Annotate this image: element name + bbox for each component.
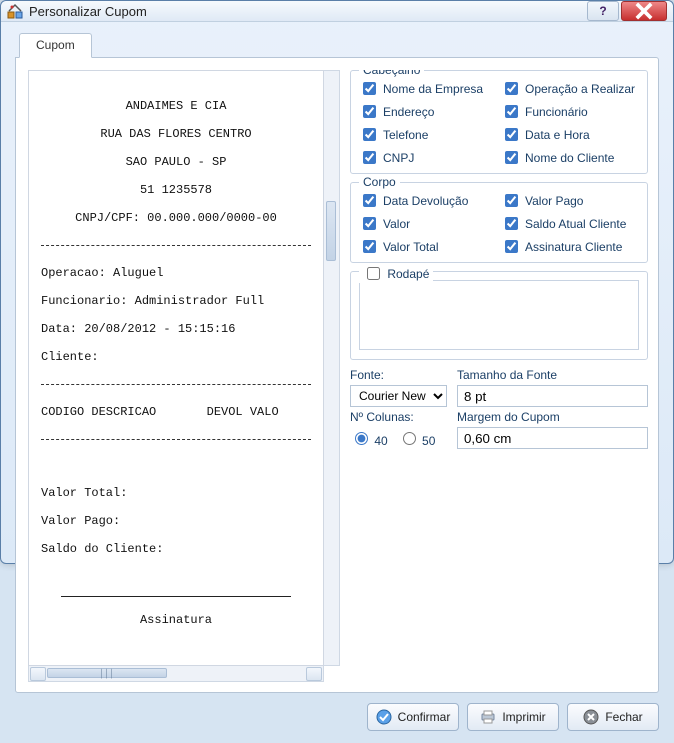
radio-colunas-40[interactable]: 40 <box>350 429 388 448</box>
confirmar-label: Confirmar <box>398 710 451 724</box>
tab-page: ANDAIMES E CIA RUA DAS FLORES CENTRO SAO… <box>15 57 659 693</box>
coupon-preview: ANDAIMES E CIA RUA DAS FLORES CENTRO SAO… <box>28 70 324 666</box>
cabecalho-item-3[interactable]: Funcionário <box>501 102 639 121</box>
label-fonte: Fonte: <box>350 368 447 382</box>
legend-rodape[interactable]: Rodapé <box>359 264 433 283</box>
corpo-item-4[interactable]: Valor Total <box>359 237 497 256</box>
preview-valor-total: Valor Total: <box>41 486 311 500</box>
preview-city: SAO PAULO - SP <box>41 155 311 169</box>
corpo-label-0: Data Devolução <box>383 194 468 208</box>
corpo-label-4: Valor Total <box>383 240 439 254</box>
printer-icon <box>480 709 496 725</box>
cabecalho-item-0[interactable]: Nome da Empresa <box>359 79 497 98</box>
cabecalho-label-4: Telefone <box>383 128 428 142</box>
cabecalho-item-6[interactable]: CNPJ <box>359 148 497 167</box>
preview-company: ANDAIMES E CIA <box>41 99 311 113</box>
close-button[interactable] <box>621 1 667 21</box>
label-margem: Margem do Cupom <box>457 410 648 424</box>
preview-data: Data: 20/08/2012 - 15:15:16 <box>41 322 311 336</box>
cabecalho-checkbox-7[interactable] <box>505 151 518 164</box>
help-button[interactable]: ? <box>587 1 619 21</box>
cabecalho-label-5: Data e Hora <box>525 128 590 142</box>
imprimir-button[interactable]: Imprimir <box>467 703 559 731</box>
cabecalho-checkbox-2[interactable] <box>363 105 376 118</box>
corpo-checkbox-0[interactable] <box>363 194 376 207</box>
corpo-checkbox-5[interactable] <box>505 240 518 253</box>
legend-cabecalho: Cabeçalho <box>359 70 424 77</box>
corpo-item-3[interactable]: Saldo Atual Cliente <box>501 214 639 233</box>
radio-colunas-50[interactable]: 50 <box>398 429 436 448</box>
cabecalho-label-3: Funcionário <box>525 105 588 119</box>
spinner-margem[interactable]: ▲▼ <box>457 427 648 449</box>
group-rodape: Rodapé <box>350 271 648 360</box>
close-circle-icon <box>583 709 599 725</box>
corpo-label-3: Saldo Atual Cliente <box>525 217 626 231</box>
corpo-item-2[interactable]: Valor <box>359 214 497 233</box>
corpo-label-1: Valor Pago <box>525 194 583 208</box>
app-icon <box>7 3 23 19</box>
cabecalho-checkbox-1[interactable] <box>505 82 518 95</box>
preview-operacao: Operacao: Aluguel <box>41 266 311 280</box>
titlebar: Personalizar Cupom ? <box>1 1 673 22</box>
preview-vscrollbar[interactable] <box>324 70 340 666</box>
window-title: Personalizar Cupom <box>29 4 587 19</box>
cabecalho-item-7[interactable]: Nome do Cliente <box>501 148 639 167</box>
corpo-item-0[interactable]: Data Devolução <box>359 191 497 210</box>
corpo-checkbox-1[interactable] <box>505 194 518 207</box>
preview-columns: CODIGO DESCRICAO DEVOL VALO <box>41 405 311 419</box>
cabecalho-checkbox-0[interactable] <box>363 82 376 95</box>
rodape-text[interactable] <box>359 280 639 350</box>
group-corpo: Corpo Data DevoluçãoValor PagoValorSaldo… <box>350 182 648 263</box>
input-tamanho-fonte[interactable] <box>457 385 647 407</box>
preview-funcionario: Funcionario: Administrador Full <box>41 294 311 308</box>
label-n-colunas: Nº Colunas: <box>350 410 447 424</box>
cabecalho-checkbox-4[interactable] <box>363 128 376 141</box>
input-margem[interactable] <box>457 427 647 449</box>
cabecalho-item-1[interactable]: Operação a Realizar <box>501 79 639 98</box>
preview-saldo-cliente: Saldo do Cliente: <box>41 542 311 556</box>
label-tamanho-fonte: Tamanho da Fonte <box>457 368 648 382</box>
checkbox-rodape-enable[interactable] <box>367 267 380 280</box>
spinner-tamanho-fonte[interactable]: ▲▼ <box>457 385 648 407</box>
cabecalho-label-7: Nome do Cliente <box>525 151 614 165</box>
corpo-checkbox-2[interactable] <box>363 217 376 230</box>
preview-valor-pago: Valor Pago: <box>41 514 311 528</box>
legend-rodape-text: Rodapé <box>387 267 429 281</box>
cabecalho-checkbox-3[interactable] <box>505 105 518 118</box>
corpo-label-2: Valor <box>383 217 410 231</box>
cabecalho-item-4[interactable]: Telefone <box>359 125 497 144</box>
check-icon <box>376 709 392 725</box>
select-fonte[interactable]: Courier New <box>350 385 447 407</box>
cabecalho-checkbox-5[interactable] <box>505 128 518 141</box>
preview-assinatura: Assinatura <box>41 613 311 627</box>
cabecalho-label-0: Nome da Empresa <box>383 82 483 96</box>
cabecalho-label-6: CNPJ <box>383 151 414 165</box>
cabecalho-checkbox-6[interactable] <box>363 151 376 164</box>
window: Personalizar Cupom ? Cupom ANDAIMES E CI… <box>0 0 674 564</box>
corpo-checkbox-4[interactable] <box>363 240 376 253</box>
preview-hscrollbar[interactable]: │││ <box>28 666 324 682</box>
corpo-label-5: Assinatura Cliente <box>525 240 622 254</box>
cabecalho-item-5[interactable]: Data e Hora <box>501 125 639 144</box>
preview-cliente: Cliente: <box>41 350 311 364</box>
cabecalho-label-2: Endereço <box>383 105 434 119</box>
fechar-label: Fechar <box>605 710 642 724</box>
preview-cnpj: CNPJ/CPF: 00.000.000/0000-00 <box>41 211 311 225</box>
preview-address: RUA DAS FLORES CENTRO <box>41 127 311 141</box>
legend-corpo: Corpo <box>359 175 400 189</box>
confirmar-button[interactable]: Confirmar <box>367 703 459 731</box>
corpo-item-1[interactable]: Valor Pago <box>501 191 639 210</box>
imprimir-label: Imprimir <box>502 710 545 724</box>
cabecalho-item-2[interactable]: Endereço <box>359 102 497 121</box>
cabecalho-label-1: Operação a Realizar <box>525 82 635 96</box>
tab-cupom[interactable]: Cupom <box>19 33 92 58</box>
group-cabecalho: Cabeçalho Nome da Empresa Operação a Real… <box>350 70 648 174</box>
corpo-checkbox-3[interactable] <box>505 217 518 230</box>
fechar-button[interactable]: Fechar <box>567 703 659 731</box>
corpo-item-5[interactable]: Assinatura Cliente <box>501 237 639 256</box>
preview-phone: 51 1235578 <box>41 183 311 197</box>
